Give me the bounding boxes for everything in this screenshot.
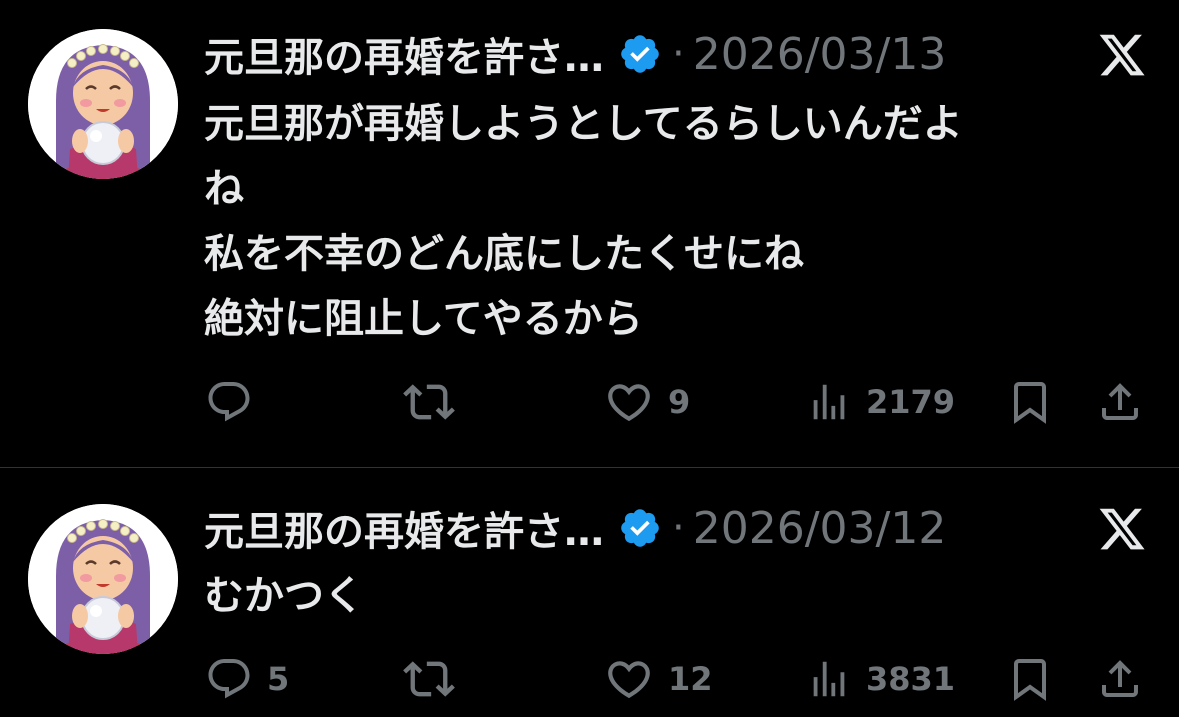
share-button[interactable] [1096,374,1144,430]
separator: · [672,31,685,77]
like-count: 12 [668,660,713,698]
views-icon [813,661,845,697]
separator: · [672,505,685,551]
views-button[interactable]: 2179 [806,374,955,430]
bookmark-icon [1014,382,1046,424]
share-icon [1102,383,1138,420]
tweet-text: むかつく [204,564,1139,629]
x-logo-icon [1097,30,1147,80]
tweet-date[interactable]: 2026/03/13 [693,29,947,80]
action-bar: 5 12 3831 [0,651,1179,707]
tweet-text-line: 絶対に阻止してやるから [204,296,643,342]
tweet-header: 元旦那の再婚を許さ… · 2026/03/12 [204,500,1159,556]
avatar[interactable] [28,504,178,654]
reply-button[interactable]: 5 [205,651,289,707]
tweet-text: 元旦那が再婚しようとしてるらしいんだよ ね 私を不幸のどん底にしたくせにね 絶対… [204,92,1139,352]
x-logo-icon [1097,504,1147,554]
retweet-icon [403,661,455,697]
tweet-header: 元旦那の再婚を許さ… · 2026/03/13 [204,26,1159,82]
views-count: 2179 [866,383,956,421]
avatar[interactable] [28,29,178,179]
share-button[interactable] [1096,651,1144,707]
bookmark-button[interactable] [1006,374,1054,430]
verified-badge-icon [618,32,662,76]
like-count: 9 [668,383,691,421]
verified-badge-icon [618,506,662,550]
tweet-text-line: ね [204,166,244,212]
like-icon [608,661,650,699]
like-icon [608,384,650,422]
tweet-text-line: 私を不幸のどん底にしたくせにね [204,231,804,277]
tweet-text-line: 元旦那が再婚しようとしてるらしいんだよ [204,101,963,147]
author-name[interactable]: 元旦那の再婚を許さ… [204,499,604,557]
tweet-text-line: むかつく [204,573,364,619]
retweet-icon [403,384,455,420]
reply-icon [208,382,250,422]
views-button[interactable]: 3831 [806,651,955,707]
bookmark-button[interactable] [1006,651,1054,707]
author-name[interactable]: 元旦那の再婚を許さ… [204,25,604,83]
like-button[interactable]: 9 [604,374,690,430]
tweet[interactable]: 元旦那の再婚を許さ… · 2026/03/12 むかつく 5 12 3831 [0,468,1179,717]
retweet-button[interactable] [403,651,469,707]
tweet[interactable]: 元旦那の再婚を許さ… · 2026/03/13 元旦那が再婚しようとしてるらしい… [0,0,1179,468]
action-bar: 9 2179 [0,374,1179,430]
like-button[interactable]: 12 [604,651,713,707]
retweet-button[interactable] [403,374,469,430]
share-icon [1102,660,1138,697]
reply-button[interactable] [205,374,267,430]
reply-count: 5 [267,660,290,698]
views-icon [813,384,845,420]
views-count: 3831 [866,660,956,698]
tweet-date[interactable]: 2026/03/12 [693,503,947,554]
bookmark-icon [1014,659,1046,701]
reply-icon [208,659,250,699]
